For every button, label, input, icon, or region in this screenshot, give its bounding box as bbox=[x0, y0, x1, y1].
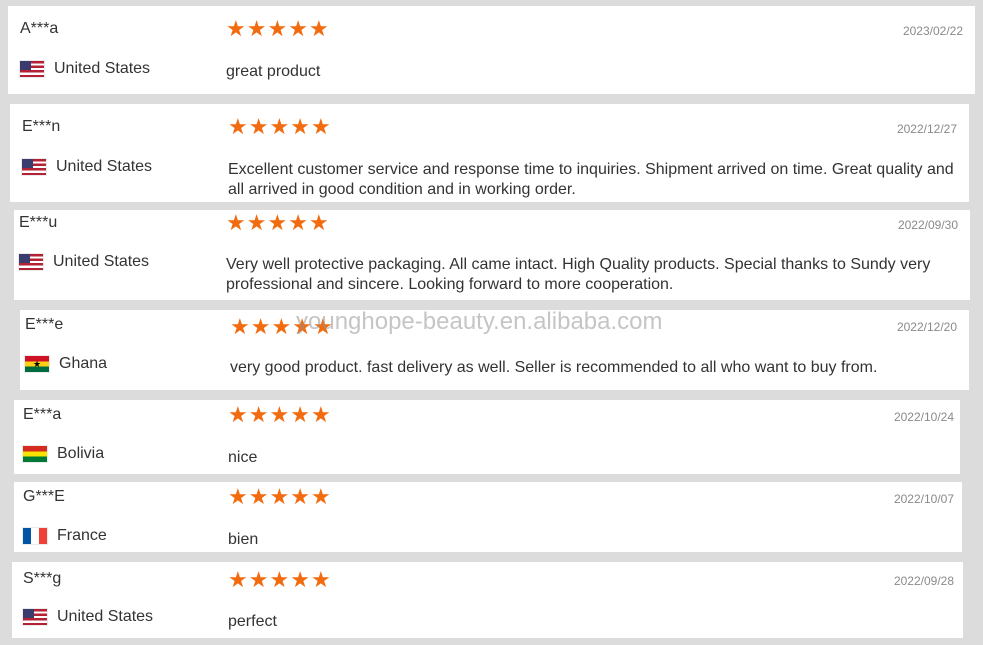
review-date: 2022/12/20 bbox=[896, 320, 957, 334]
reviewer-country: United States bbox=[22, 158, 152, 176]
star-rating: ★ ★ ★ ★ ★ bbox=[228, 404, 331, 428]
review-card: E***a Bolivia ★ ★ ★ ★ ★ 2022/10/24 nice bbox=[14, 400, 960, 474]
star-icon: ★ bbox=[269, 568, 290, 593]
review-comment: Excellent customer service and response … bbox=[228, 161, 954, 198]
bolivia-flag-icon bbox=[23, 446, 47, 462]
review-date: 2022/09/30 bbox=[897, 218, 958, 232]
reviewer-name: S***g bbox=[23, 570, 62, 587]
reviewer-name: E***e bbox=[25, 316, 64, 333]
star-icon: ★ bbox=[290, 115, 310, 140]
star-icon: ★ bbox=[230, 315, 250, 340]
review-comment: bien bbox=[228, 531, 259, 548]
reviewer-country: United States bbox=[23, 608, 153, 626]
star-rating: ★ ★ ★ ★ ★ bbox=[228, 486, 331, 510]
country-label: United States bbox=[56, 158, 153, 175]
review-date: 2022/09/28 bbox=[893, 574, 954, 588]
star-icon: ★ bbox=[228, 115, 248, 140]
review-comment: perfect bbox=[228, 613, 277, 630]
review-comment: great product bbox=[226, 63, 321, 80]
star-icon: ★ bbox=[246, 211, 267, 236]
review-comment: nice bbox=[228, 449, 258, 466]
star-icon: ★ bbox=[271, 315, 292, 340]
review-card: S***g United States ★ ★ ★ ★ ★ 2022/09/28 per… bbox=[12, 562, 963, 638]
france-flag-icon bbox=[23, 528, 47, 544]
star-icon: ★ bbox=[288, 17, 308, 42]
star-icon: ★ bbox=[267, 211, 288, 236]
star-icon: ★ bbox=[269, 115, 290, 140]
star-rating: ★ ★ ★ ★ ★ bbox=[226, 212, 329, 236]
review-date: 2022/12/27 bbox=[896, 122, 957, 136]
country-label: United States bbox=[53, 253, 150, 270]
star-icon: ★ bbox=[269, 403, 290, 428]
star-icon: ★ bbox=[267, 17, 288, 42]
star-icon: ★ bbox=[290, 568, 310, 593]
star-icon: ★ bbox=[228, 568, 248, 593]
star-icon: ★ bbox=[310, 403, 331, 428]
star-icon: ★ bbox=[310, 568, 331, 593]
star-rating: ★ ★ ★ ★ ★ bbox=[228, 569, 331, 593]
star-icon: ★ bbox=[228, 403, 248, 428]
review-card: E***n United States ★ ★ ★ ★ ★ 2022/12/27 Exc… bbox=[10, 104, 969, 202]
us-flag-icon bbox=[22, 159, 46, 175]
review-card: A***a United States ★ ★ ★ ★ ★ 2023/02/22 gre… bbox=[8, 6, 975, 94]
star-icon: ★ bbox=[248, 115, 269, 140]
reviewer-country: United States bbox=[19, 253, 149, 271]
star-icon: ★ bbox=[248, 568, 269, 593]
review-date: 2022/10/24 bbox=[893, 410, 954, 424]
reviewer-country: France bbox=[23, 527, 107, 545]
review-card: G***E France ★ ★ ★ ★ ★ 2022/10/07 bien bbox=[14, 482, 962, 552]
star-rating: ★ ★ ★ ★ ★ bbox=[226, 18, 329, 42]
star-icon: ★ bbox=[228, 485, 248, 510]
us-flag-icon bbox=[20, 61, 44, 77]
reviewer-name: E***n bbox=[22, 118, 61, 135]
review-comment: very good product. fast delivery as well… bbox=[230, 359, 878, 376]
reviewer-name: G***E bbox=[23, 488, 65, 505]
reviewer-country: United States bbox=[20, 60, 150, 78]
star-icon: ★ bbox=[312, 315, 333, 340]
star-icon: ★ bbox=[310, 115, 331, 140]
star-icon: ★ bbox=[310, 485, 331, 510]
review-date: 2022/10/07 bbox=[893, 492, 954, 506]
country-label: Bolivia bbox=[57, 445, 105, 462]
star-icon: ★ bbox=[308, 211, 329, 236]
star-icon: ★ bbox=[290, 403, 310, 428]
star-icon: ★ bbox=[292, 315, 312, 340]
review-card: E***e Ghana ★★★★★ 2022/12/20 very good p… bbox=[20, 310, 969, 390]
review-card: E***u United States ★ ★ ★ ★ ★ 2022/09/30 Ver… bbox=[14, 210, 970, 300]
country-label: United States bbox=[57, 608, 154, 625]
review-comment: Very well protective packaging. All came… bbox=[226, 256, 931, 293]
us-flag-icon bbox=[19, 254, 43, 270]
reviewer-name: E***a bbox=[23, 406, 62, 423]
star-icon: ★ bbox=[308, 17, 329, 42]
reviewer-country: Bolivia bbox=[23, 445, 104, 463]
star-icon: ★ bbox=[269, 485, 290, 510]
star-icon: ★ bbox=[248, 485, 269, 510]
country-label: France bbox=[57, 527, 107, 544]
us-flag-icon bbox=[23, 609, 47, 625]
star-icon: ★ bbox=[250, 315, 271, 340]
country-label: Ghana bbox=[59, 355, 108, 372]
star-icon: ★ bbox=[246, 17, 267, 42]
reviewer-name: A***a bbox=[20, 20, 59, 37]
reviewer-name: E***u bbox=[19, 214, 58, 231]
country-label: United States bbox=[54, 60, 151, 77]
star-icon: ★ bbox=[248, 403, 269, 428]
ghana-flag-icon bbox=[25, 356, 49, 372]
star-icon: ★ bbox=[290, 485, 310, 510]
star-icon: ★ bbox=[226, 211, 246, 236]
star-icon: ★ bbox=[226, 17, 246, 42]
star-rating: ★ ★ ★ ★ ★ bbox=[228, 116, 331, 140]
review-date: 2023/02/22 bbox=[902, 24, 963, 38]
reviewer-country: Ghana bbox=[25, 355, 107, 373]
star-icon: ★ bbox=[288, 211, 308, 236]
star-rating: ★ ★ ★ ★ ★ bbox=[230, 316, 333, 340]
